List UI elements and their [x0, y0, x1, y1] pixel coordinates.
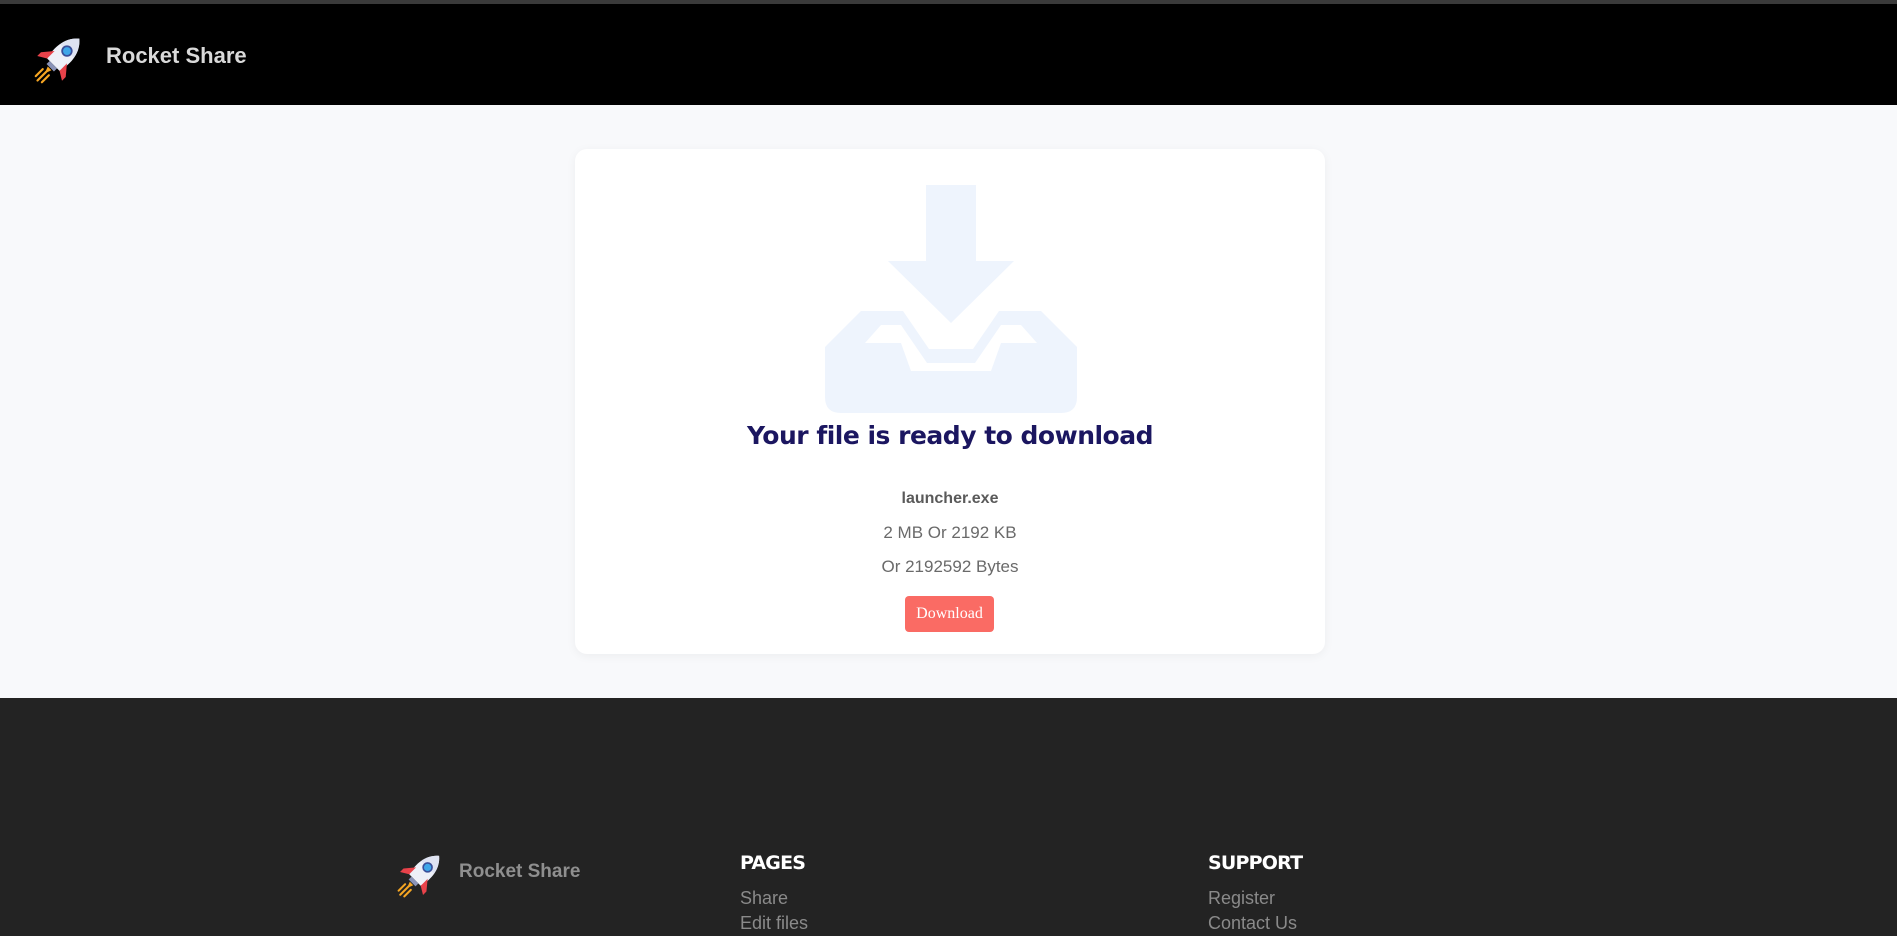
rocket-logo-icon: [34, 28, 90, 84]
footer-link-contact-us[interactable]: Contact Us: [1208, 913, 1302, 934]
download-button[interactable]: Download: [905, 596, 994, 632]
footer-link-edit-files[interactable]: Edit files: [740, 913, 808, 934]
footer-brand-name: Rocket Share: [459, 861, 581, 882]
footer-link-register[interactable]: Register: [1208, 888, 1302, 909]
footer-support-section: SUPPORT Register Contact Us: [1208, 852, 1303, 936]
ready-title: Your file is ready to download: [747, 421, 1154, 450]
footer-brand-link[interactable]: Rocket Share: [397, 846, 580, 898]
footer-pages-section: PAGES Share Edit files: [740, 852, 808, 936]
site-footer: Rocket Share PAGES Share Edit files SUPP…: [0, 698, 1897, 936]
file-size: 2 MB Or 2192 KB: [883, 523, 1017, 542]
download-tray-icon: [825, 185, 1077, 413]
download-card: Your file is ready to download launcher.…: [575, 149, 1325, 654]
file-name: launcher.exe: [901, 490, 999, 507]
file-size-bytes: Or 2192592 Bytes: [881, 557, 1019, 576]
brand-name: Rocket Share: [106, 43, 247, 68]
top-navbar: Rocket Share: [0, 4, 1897, 105]
brand-home-link[interactable]: Rocket Share: [34, 28, 247, 84]
rocket-logo-icon: [397, 846, 449, 898]
footer-link-share[interactable]: Share: [740, 888, 808, 909]
footer-pages-heading: PAGES: [740, 852, 806, 874]
footer-support-heading: SUPPORT: [1208, 852, 1303, 874]
